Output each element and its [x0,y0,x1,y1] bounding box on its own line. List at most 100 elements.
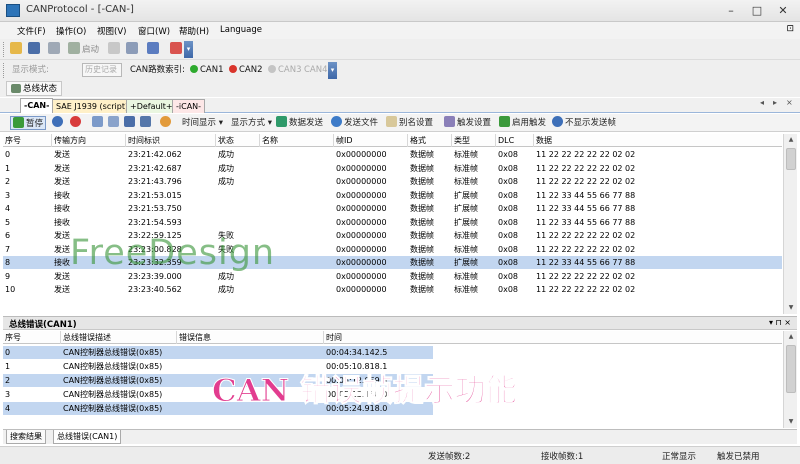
tab-search-results[interactable]: 搜索结果 [6,430,46,444]
trigger-settings-button[interactable]: 触发设置 [444,116,491,130]
clear-icon [160,116,171,127]
tools-button[interactable] [126,42,140,57]
col-index[interactable]: 序号 [3,134,52,147]
tab-default[interactable]: +Default+ [126,99,177,113]
table-row[interactable]: 3 接收 23:21:53.015 0x00000000 数据帧 扩展帧 0x08 11 22… [3,189,782,202]
col-status[interactable]: 状态 [216,134,260,147]
col-name[interactable]: 名称 [260,134,334,147]
menu-file[interactable]: 文件(F) [17,25,46,37]
scroll-up-icon[interactable]: ▲ [784,134,798,146]
table-row[interactable]: 10 发送 23:23:40.562 成功 0x00000000 数据帧 标准帧 0x08 11… [3,283,782,296]
message-table-scrollbar[interactable]: ▲ ▼ [783,134,797,314]
menu-help[interactable]: 帮助(H) [179,25,209,37]
menu-operate[interactable]: 操作(O) [56,25,86,37]
open-button[interactable] [10,42,24,57]
busstatus-button[interactable]: 总线状态 [6,81,63,96]
tab-ican[interactable]: -iCAN- [172,99,206,113]
tab-close-icon[interactable]: × [786,98,793,107]
menu-view[interactable]: 视图(V) [97,25,126,37]
panel-pin-icon[interactable]: ▾ ⊓ × [769,318,791,327]
display-mode-select[interactable]: 历史记录 [82,63,122,77]
scroll-down-icon[interactable]: ▼ [784,302,798,314]
tab-bus-error[interactable]: 总线错误(CAN1) [53,430,122,444]
err-col-desc[interactable]: 总线错误描述 [61,331,177,344]
minimize-button[interactable]: – [718,2,744,19]
tab-can[interactable]: -CAN- [20,98,54,113]
channel-overflow-button[interactable]: ▾ [328,62,337,79]
export-button[interactable] [140,116,153,130]
display-mode-button[interactable]: 显示方式 ▾ [231,116,272,130]
scroll-thumb[interactable] [786,345,796,393]
config-button[interactable] [48,42,62,57]
start-button[interactable]: 启动 [68,42,99,57]
col-data[interactable]: 数据 [534,134,782,147]
cell-index: 4 [5,204,11,213]
menu-language[interactable]: Language [220,25,262,35]
scroll-down-icon[interactable]: ▼ [784,416,798,428]
trigger-status: 触发已禁用 [717,452,760,462]
table-row[interactable]: 2 发送 23:21:43.796 成功 0x00000000 数据帧 标准帧 0x08 11 … [3,175,782,188]
record-button[interactable] [70,116,83,130]
save-log-button[interactable] [124,116,137,130]
recv-frame-count: 接收帧数:1 [541,452,584,462]
col-format[interactable]: 格式 [408,134,452,147]
col-direction[interactable]: 传输方向 [52,134,126,147]
scroll-up-icon[interactable]: ▲ [784,331,798,343]
can3-channel[interactable]: CAN3 [268,63,302,78]
tab-prev-icon[interactable]: ◂ [760,98,764,107]
can1-label: CAN1 [200,65,224,75]
scroll-thumb[interactable] [786,148,796,170]
restore-icon[interactable]: ⊡ [786,24,794,34]
col-dlc[interactable]: DLC [496,134,534,147]
tab-j1939[interactable]: SAE J1939 (script) [52,99,133,113]
err-col-time[interactable]: 时间 [324,331,782,344]
menu-window[interactable]: 窗口(W) [138,25,170,37]
copy-button[interactable] [92,116,105,130]
pause-button[interactable]: 暂停 [10,116,47,130]
refresh-button[interactable] [52,116,65,130]
enable-trigger-button[interactable]: 启用触发 [499,116,546,130]
cell-error-desc: CAN控制器总线错误(0x85) [63,376,163,385]
filter-button[interactable] [170,42,184,57]
table-row[interactable]: 4 接收 23:21:53.750 0x00000000 数据帧 扩展帧 0x08 11 22… [3,202,782,215]
alias-button[interactable]: 别名设置 [386,116,433,130]
can2-label: CAN2 [239,65,263,75]
busstatus-toolbar: 总线状态 [0,80,800,97]
can1-channel[interactable]: CAN1 [190,63,224,78]
time-display-button[interactable]: 时间显示 ▾ [182,116,223,130]
hide-send-button[interactable]: 不显示发送帧 [552,116,616,130]
col-type[interactable]: 类型 [452,134,496,147]
save-button[interactable] [28,42,42,57]
table-row[interactable]: 5 接收 23:21:54.593 0x00000000 数据帧 扩展帧 0x08 11 22… [3,216,782,229]
err-col-index[interactable]: 序号 [3,331,61,344]
stop-button[interactable] [108,42,122,57]
cell-name [260,202,262,215]
table-row[interactable]: 0 CAN控制器总线错误(0x85) 00:04:34.142.5 [3,346,433,359]
paste-button[interactable] [108,116,121,130]
cell-type: 标准帧 [454,231,478,240]
can2-channel[interactable]: CAN2 [229,63,263,78]
channel-toolbar: 显示模式: 历史记录 CAN路数索引: CAN1 CAN2 CAN3 CAN4 … [0,60,800,81]
can4-channel[interactable]: CAN4 [304,63,328,78]
cell-error-desc: CAN控制器总线错误(0x85) [63,390,163,399]
tab-next-icon[interactable]: ▸ [773,98,777,107]
table-row[interactable]: 1 发送 23:21:42.687 成功 0x00000000 数据帧 标准帧 0x08 11 … [3,162,782,175]
cell-time: 00:04:34.142.5 [326,348,388,357]
col-frame-id[interactable]: 帧ID [334,134,408,147]
clear-button[interactable] [160,116,173,130]
send-data-button[interactable]: 数据发送 [276,116,323,130]
col-time[interactable]: 时间标识 [126,134,216,147]
table-row[interactable]: 0 发送 23:21:42.062 成功 0x00000000 数据帧 标准帧 0x08 11 … [3,148,782,161]
err-col-info[interactable]: 错误信息 [177,331,324,344]
toolbar-overflow-button[interactable]: ▾ [184,41,193,58]
book-button[interactable] [147,42,161,57]
filter-icon [170,42,182,54]
cell-data: 11 22 33 44 55 66 77 88 [536,190,636,200]
display-status: 正常显示 [662,452,697,462]
cell-name [260,189,262,202]
maximize-button[interactable]: □ [744,2,770,19]
bus-error-scrollbar[interactable]: ▲ ▼ [783,331,797,428]
send-file-button[interactable]: 发送文件 [331,116,378,130]
can3-label: CAN3 [278,65,302,75]
close-button[interactable]: ✕ [770,2,796,19]
